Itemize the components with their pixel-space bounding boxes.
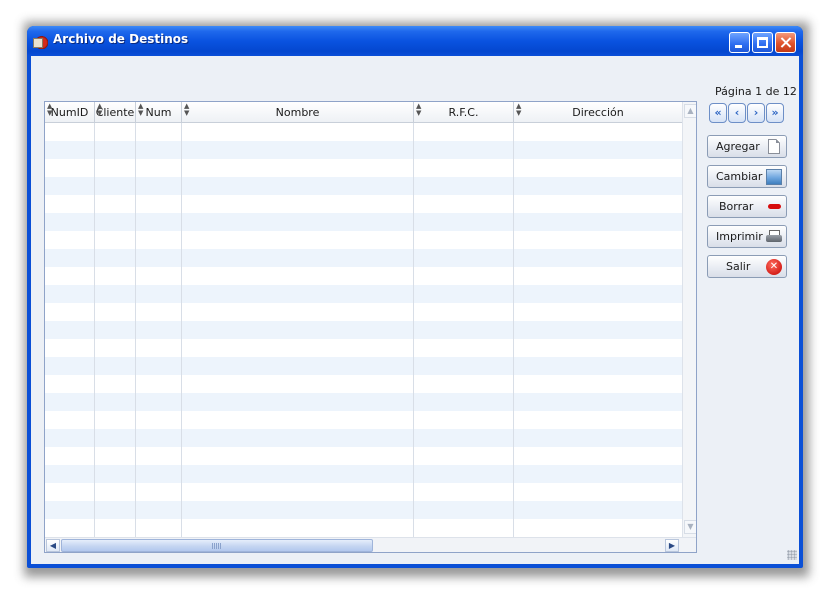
resize-grip-icon[interactable] [787, 550, 797, 560]
vertical-scrollbar[interactable]: ▲ ▼ [682, 102, 696, 537]
double-chevron-left-icon: « [714, 106, 722, 119]
sort-icon: ▲ ▼ [47, 102, 53, 117]
salir-button[interactable]: Salir ✕ [707, 255, 787, 278]
data-grid[interactable]: ▲ ▼ NumID ▲ ▼ Cliente ▲ ▼ Num ▲ ▼ Nombre ▲ ▼ [44, 101, 697, 553]
column-header-rfc[interactable]: ▲ ▼ R.F.C. [414, 102, 514, 122]
new-document-icon [768, 139, 780, 154]
chevron-right-icon: › [753, 106, 759, 119]
table-row[interactable] [45, 267, 682, 285]
borrar-button[interactable]: Borrar [707, 195, 787, 218]
table-row[interactable] [45, 123, 682, 141]
cambiar-button[interactable]: Cambiar [707, 165, 787, 188]
minus-icon [768, 204, 781, 209]
table-row[interactable] [45, 465, 682, 483]
page-indicator: Página 1 de 12 [715, 85, 797, 98]
window-title: Archivo de Destinos [53, 32, 189, 46]
double-chevron-right-icon: » [771, 106, 779, 119]
chevron-left-icon: ‹ [734, 106, 740, 119]
first-page-button[interactable]: « [709, 103, 727, 123]
table-row[interactable] [45, 411, 682, 429]
minimize-button[interactable] [729, 32, 750, 53]
column-divider [181, 123, 182, 537]
last-page-button[interactable]: » [766, 103, 784, 123]
imprimir-button[interactable]: Imprimir [707, 225, 787, 248]
client-area: ▲ ▼ NumID ▲ ▼ Cliente ▲ ▼ Num ▲ ▼ Nombre ▲ ▼ [31, 56, 799, 564]
column-header-nombre[interactable]: ▲ ▼ Nombre [182, 102, 414, 122]
table-row[interactable] [45, 447, 682, 465]
table-row[interactable] [45, 519, 682, 537]
grip-icon [212, 543, 222, 549]
sort-icon: ▲ ▼ [516, 102, 522, 117]
agregar-button[interactable]: Agregar [707, 135, 787, 158]
previous-page-button[interactable]: ‹ [728, 103, 746, 123]
maximize-button[interactable] [752, 32, 773, 53]
sort-icon: ▲ ▼ [184, 102, 190, 117]
table-row[interactable] [45, 501, 682, 519]
column-divider [135, 123, 136, 537]
app-icon[interactable] [33, 35, 48, 49]
table-row[interactable] [45, 375, 682, 393]
printer-icon [766, 229, 782, 245]
column-divider [94, 123, 95, 537]
borrar-label: Borrar [719, 200, 754, 213]
close-button[interactable] [775, 32, 796, 53]
column-label: Dirección [572, 106, 624, 119]
agregar-label: Agregar [716, 140, 760, 153]
table-row[interactable] [45, 141, 682, 159]
column-header-cliente[interactable]: ▲ ▼ Cliente [95, 102, 136, 122]
horizontal-scroll-thumb[interactable] [61, 539, 373, 552]
scroll-up-icon[interactable]: ▲ [684, 104, 696, 118]
column-header-direccion[interactable]: ▲ ▼ Dirección [514, 102, 682, 122]
table-row[interactable] [45, 321, 682, 339]
table-row[interactable] [45, 177, 682, 195]
table-row[interactable] [45, 249, 682, 267]
table-row[interactable] [45, 159, 682, 177]
table-row[interactable] [45, 303, 682, 321]
table-row[interactable] [45, 285, 682, 303]
grid-header: ▲ ▼ NumID ▲ ▼ Cliente ▲ ▼ Num ▲ ▼ Nombre ▲ ▼ [45, 102, 682, 123]
table-row[interactable] [45, 231, 682, 249]
table-row[interactable] [45, 393, 682, 411]
scroll-left-icon[interactable]: ◀ [46, 539, 60, 552]
imprimir-label: Imprimir [716, 230, 763, 243]
exit-icon: ✕ [766, 259, 782, 275]
table-row[interactable] [45, 195, 682, 213]
edit-image-icon [766, 169, 782, 185]
table-row[interactable] [45, 213, 682, 231]
column-header-numid[interactable]: ▲ ▼ NumID [45, 102, 95, 122]
salir-label: Salir [726, 260, 751, 273]
column-label: R.F.C. [448, 106, 479, 119]
horizontal-scrollbar[interactable]: ◀ ▶ [45, 537, 696, 552]
sort-icon: ▲ ▼ [138, 102, 144, 117]
table-row[interactable] [45, 339, 682, 357]
table-row[interactable] [45, 483, 682, 501]
column-header-num[interactable]: ▲ ▼ Num [136, 102, 182, 122]
column-divider [413, 123, 414, 537]
column-label: Nombre [275, 106, 320, 119]
next-page-button[interactable]: › [747, 103, 765, 123]
table-row[interactable] [45, 357, 682, 375]
scroll-right-icon[interactable]: ▶ [665, 539, 679, 552]
sort-icon: ▲ ▼ [97, 102, 103, 117]
sort-icon: ▲ ▼ [416, 102, 422, 117]
column-label: Num [145, 106, 172, 119]
column-divider [513, 123, 514, 537]
column-label: NumID [50, 106, 89, 119]
grid-rows[interactable] [45, 123, 682, 537]
table-row[interactable] [45, 429, 682, 447]
app-window: Archivo de Destinos ▲ ▼ NumID ▲ ▼ Cliente … [27, 26, 803, 568]
scroll-down-icon[interactable]: ▼ [684, 520, 696, 534]
title-bar[interactable]: Archivo de Destinos [27, 26, 803, 56]
cambiar-label: Cambiar [716, 170, 763, 183]
